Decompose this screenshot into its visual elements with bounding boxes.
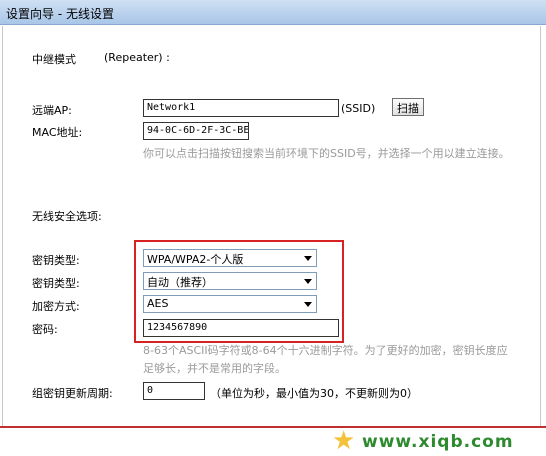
key-type-label: 密钥类型: (32, 254, 80, 267)
group-key-note: （单位为秒，最小值为30，不更新则为0） (210, 387, 418, 400)
key-type-select[interactable]: WPA/WPA2-个人版 (143, 249, 317, 267)
repeater-label: 中继模式 (32, 53, 76, 66)
password-hint: 8-63个ASCII码字符或8-64个十六进制字符。为了更好的加密，密钥长度应足… (143, 344, 508, 375)
star-icon: ★ (332, 426, 357, 456)
password-label: 密码: (32, 323, 58, 336)
key-type2-label: 密钥类型: (32, 277, 80, 290)
ssid-input[interactable]: Network1 (143, 99, 339, 117)
bottom-divider (0, 426, 546, 428)
key-type2-value: 自动（推荐） (147, 276, 213, 289)
group-key-input[interactable]: 0 (143, 382, 205, 400)
mac-label: MAC地址: (32, 126, 83, 139)
window-title: 设置向导 - 无线设置 (6, 7, 114, 21)
encryption-value: AES (147, 297, 169, 310)
chevron-down-icon (304, 279, 312, 284)
remote-ap-label: 远端AP: (32, 104, 72, 117)
encryption-select[interactable]: AES (143, 295, 317, 313)
ssid-suffix: (SSID) (341, 102, 376, 115)
scan-hint: 你可以点击扫描按钮搜索当前环境下的SSID号，并选择一个用以建立连接。 (143, 147, 510, 160)
watermark: ★ www.xiqb.com (332, 426, 544, 456)
scan-button[interactable]: 扫描 (392, 98, 424, 116)
security-section-label: 无线安全选项: (32, 210, 102, 223)
group-key-label: 组密钥更新周期: (32, 387, 113, 400)
chevron-down-icon (304, 302, 312, 307)
encryption-label: 加密方式: (32, 300, 80, 313)
watermark-text: www.xiqb.com (362, 432, 514, 452)
repeater-mode: (Repeater) : (104, 51, 170, 64)
mac-input[interactable]: 94-0C-6D-2F-3C-BE (143, 122, 249, 140)
key-type2-select[interactable]: 自动（推荐） (143, 272, 317, 290)
chevron-down-icon (304, 256, 312, 261)
title-bar: 设置向导 - 无线设置 (0, 0, 546, 25)
key-type-value: WPA/WPA2-个人版 (147, 253, 244, 266)
password-input[interactable]: 1234567890 (143, 319, 339, 337)
